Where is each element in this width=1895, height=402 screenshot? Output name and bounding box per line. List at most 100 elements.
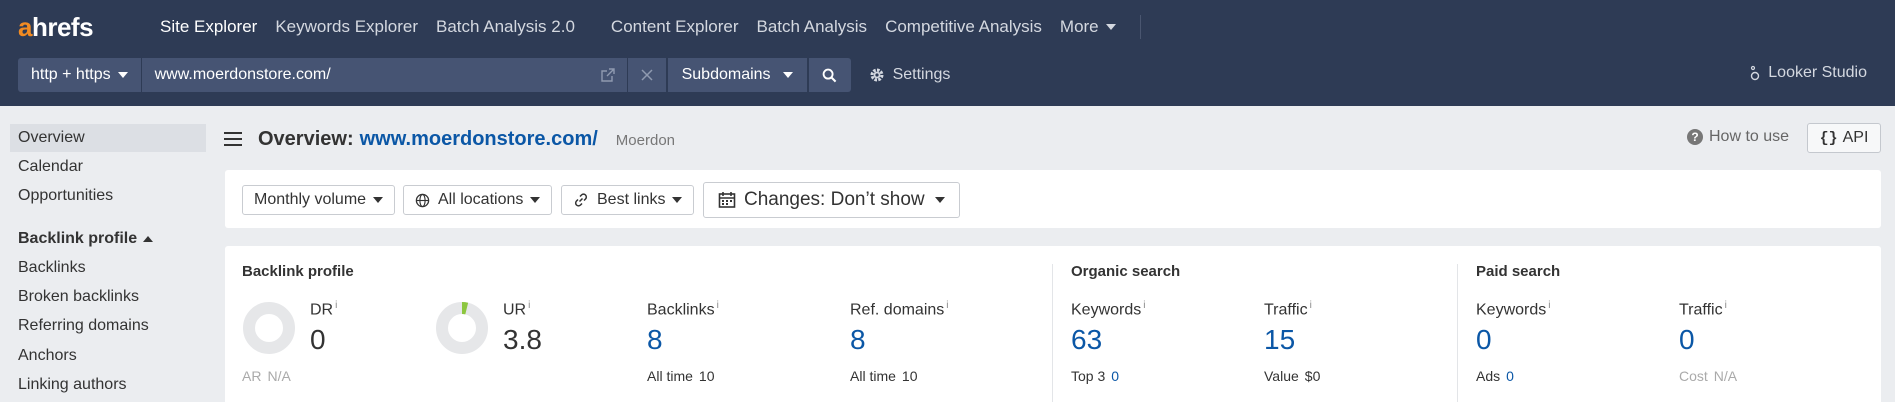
ur-label: UR i [503,300,531,319]
chevron-down-icon [782,72,793,78]
sidebar-section-label: Backlink profile [18,230,138,247]
menu-icon[interactable] [224,132,242,146]
nav-keywords-explorer[interactable]: Keywords Explorer [275,17,418,37]
braces-icon: {} [1819,129,1838,147]
looker-icon [1751,65,1760,81]
organic-traffic-label: Traffic i [1264,300,1312,319]
sidebar-item-overview[interactable]: Overview [10,124,206,152]
sidebar-item-opportunities[interactable]: Opportunities [10,182,206,210]
organic-traffic-sub: Value $0 [1264,368,1321,384]
changes-filter-label: Changes: Don’t show [744,189,925,210]
backlinks-sub: All time 10 [647,368,715,384]
page-header: Overview: www.moerdonstore.com/ Moerdon [224,124,675,154]
paid-keywords-label: Keywords i [1476,300,1551,319]
divider [1457,264,1458,402]
divider [1052,264,1053,402]
paid-keywords-value[interactable]: 0 [1476,324,1492,356]
nav-content-explorer[interactable]: Content Explorer [611,17,739,37]
paid-traffic-value[interactable]: 0 [1679,324,1695,356]
organic-keywords-value[interactable]: 63 [1071,324,1102,356]
backlinks-value[interactable]: 8 [647,324,663,356]
looker-label: Looker Studio [1768,64,1867,81]
nav-batch-analysis-2[interactable]: Batch Analysis 2.0 [436,17,575,37]
chevron-down-icon [117,72,128,78]
chevron-down-icon [530,197,541,203]
chevron-down-icon [934,197,945,203]
sidebar-item-calendar[interactable]: Calendar [10,153,206,181]
chevron-down-icon [1105,24,1116,30]
settings-button[interactable]: Settings [869,58,951,92]
sidebar-item-linking-authors[interactable]: Linking authors [10,371,206,399]
info-icon[interactable]: i [1143,300,1145,311]
info-icon[interactable]: i [528,300,530,311]
sidebar-item-broken-backlinks[interactable]: Broken backlinks [10,283,206,311]
location-filter[interactable]: All locations [403,185,553,215]
info-icon[interactable]: i [1548,300,1550,311]
ref-domains-label: Ref. domains i [850,300,949,319]
page-site-name: Moerdon [615,132,675,149]
how-to-use-link[interactable]: ? How to use [1687,128,1789,146]
sidebar: Overview Calendar Opportunities Backlink… [0,106,214,402]
calendar-icon [718,192,736,208]
nav-site-explorer[interactable]: Site Explorer [160,17,257,37]
organic-search-title: Organic search [1071,263,1181,280]
metrics-panel: Backlink profile DR i 0 AR N/A UR i 3.8 Bac… [225,246,1881,402]
volume-filter-label: Monthly volume [254,191,367,208]
organic-traffic-value[interactable]: 15 [1264,324,1295,356]
ar-sub: AR N/A [242,368,291,384]
question-icon: ? [1687,129,1703,145]
ur-value: 3.8 [503,324,542,355]
sidebar-section-backlink-profile[interactable]: Backlink profile [18,230,154,248]
sidebar-item-backlinks[interactable]: Backlinks [10,254,206,282]
nav-batch-analysis[interactable]: Batch Analysis [757,17,868,37]
nav-more-menu[interactable]: More [1060,17,1116,37]
settings-label: Settings [892,66,951,83]
top-bar: ahrefs Site Explorer Keywords Explorer B… [0,0,1895,106]
paid-search-title: Paid search [1476,263,1561,280]
organic-keywords-sub: Top 30 [1071,368,1120,384]
info-icon[interactable]: i [1725,300,1727,311]
dr-value: 0 [310,324,326,355]
organic-keywords-label: Keywords i [1071,300,1146,319]
url-input-box[interactable]: www.moerdonstore.com/ [141,58,666,92]
ref-domains-sub: All time 10 [850,368,918,384]
open-external-icon[interactable] [589,58,627,92]
mode-label: Subdomains [681,66,771,83]
chevron-down-icon [672,197,683,203]
gear-icon [870,68,884,82]
mode-select[interactable]: Subdomains [667,58,807,92]
nav-divider [1139,15,1141,39]
nav-competitive-analysis[interactable]: Competitive Analysis [885,17,1042,37]
location-filter-label: All locations [438,191,524,208]
search-row: http + https www.moerdonstore.com/ Subdo… [18,58,950,92]
protocol-select[interactable]: http + https [18,58,142,92]
sidebar-item-anchors[interactable]: Anchors [10,342,206,370]
url-input[interactable]: www.moerdonstore.com/ [142,66,589,84]
volume-filter[interactable]: Monthly volume [242,185,396,215]
main-nav: Site Explorer Keywords Explorer Batch An… [160,15,1141,39]
globe-icon [415,193,430,207]
api-label: API [1842,129,1869,146]
info-icon[interactable]: i [717,300,719,311]
ref-domains-value[interactable]: 8 [850,324,866,356]
sidebar-item-referring-domains[interactable]: Referring domains [10,312,206,340]
info-icon[interactable]: i [1310,300,1312,311]
info-icon[interactable]: i [335,300,337,311]
clear-icon[interactable] [628,58,666,92]
chevron-down-icon [373,197,384,203]
changes-filter[interactable]: Changes: Don’t show [703,182,960,218]
search-button[interactable] [808,58,851,92]
how-to-use-label: How to use [1709,128,1790,145]
links-filter[interactable]: Best links [561,185,695,215]
page-domain-link[interactable]: www.moerdonstore.com/ [360,128,598,151]
nav-more-label: More [1059,17,1099,36]
paid-keywords-sub: Ads 0 [1476,368,1514,384]
paid-traffic-label: Traffic i [1679,300,1727,319]
info-icon[interactable]: i [946,300,948,311]
backlink-profile-title: Backlink profile [242,263,354,280]
ahrefs-logo[interactable]: ahrefs [18,12,94,43]
dr-label: DR i [310,300,338,319]
looker-studio-link[interactable]: Looker Studio [1749,64,1867,82]
api-button[interactable]: {} API [1807,123,1881,153]
links-filter-label: Best links [597,191,666,208]
